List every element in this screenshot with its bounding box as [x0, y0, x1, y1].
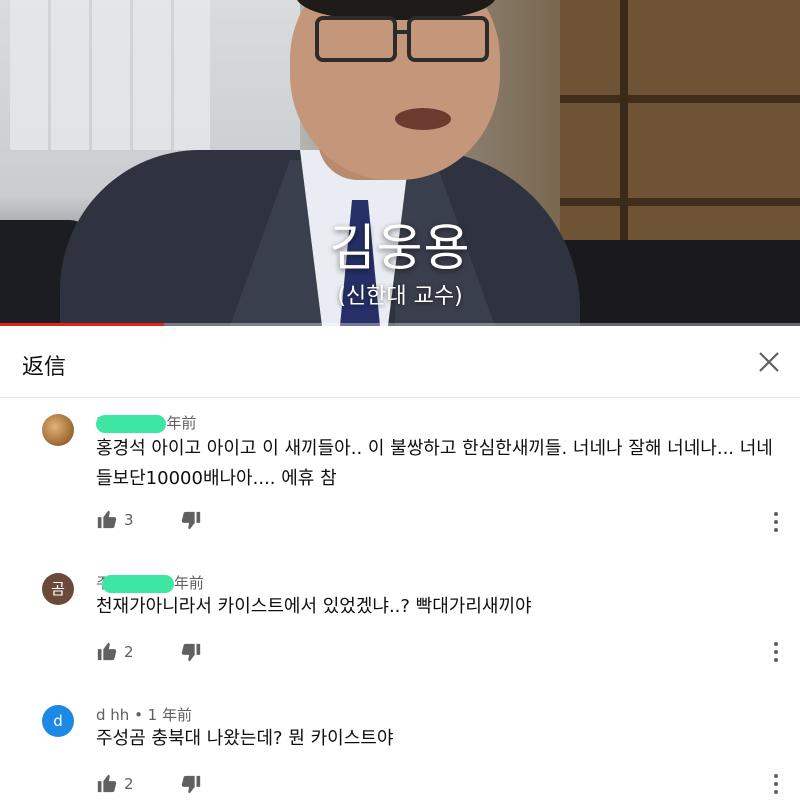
more-options-icon[interactable]: [768, 640, 784, 664]
more-dot: [774, 658, 778, 662]
dislike-icon[interactable]: [180, 510, 202, 532]
video-player[interactable]: 김웅용 (신한대 교수): [0, 0, 800, 326]
like-count: 3: [124, 511, 134, 529]
avatar[interactable]: [42, 414, 74, 446]
close-icon[interactable]: [752, 345, 786, 379]
comment-item: L年前 홍경석 아이고 아이고 이 새끼들아.. 이 불쌍하고 한심한새끼들. …: [0, 398, 800, 548]
dislike-icon[interactable]: [180, 774, 202, 796]
more-dot: [774, 512, 778, 516]
glasses-lens-right: [407, 16, 489, 62]
comment-time: 年前: [166, 414, 197, 432]
like-count: 2: [124, 775, 134, 793]
censor-mark: [96, 414, 167, 433]
censor-mark: [101, 574, 174, 593]
comment-time: 年前: [173, 574, 204, 592]
more-options-icon[interactable]: [768, 772, 784, 796]
avatar[interactable]: d: [42, 705, 74, 737]
avatar[interactable]: 곰: [42, 573, 74, 605]
comment-text: 홍경석 아이고 아이고 이 새끼들아.. 이 불쌍하고 한심한새끼들. 너네나 …: [96, 438, 773, 489]
speaker-glasses: [315, 16, 489, 62]
more-dot: [774, 790, 778, 794]
comment-meta: d hh • 1 年前: [96, 706, 192, 724]
like-icon[interactable]: [96, 772, 118, 794]
comment-item: 곰 주年前 천재가아니라서 카이스트에서 있었겠냐..? 빡대가리새끼야 2: [0, 560, 800, 685]
comment-text: 주성곰 충북대 나왔는데? 뭔 카이스트야: [96, 728, 394, 749]
speaker-mouth: [395, 108, 451, 130]
more-dot: [774, 642, 778, 646]
video-progress-fill: [0, 323, 164, 326]
more-dot: [774, 520, 778, 524]
video-caption-name: 김웅용: [329, 219, 471, 277]
replies-title: 返信: [22, 355, 67, 380]
like-icon[interactable]: [96, 640, 118, 662]
comment-meta: L年前: [96, 412, 196, 433]
like-icon[interactable]: [96, 508, 118, 530]
more-dot: [774, 650, 778, 654]
video-progress-bar[interactable]: [0, 323, 800, 326]
more-options-icon[interactable]: [768, 510, 784, 534]
like-count: 2: [124, 643, 134, 661]
glasses-lens-left: [315, 16, 397, 62]
comment-item: d d hh • 1 年前 주성곰 충북대 나왔는데? 뭔 카이스트야 2: [0, 692, 800, 800]
comment-meta: 주年前: [96, 572, 204, 593]
replies-header: 返信: [0, 327, 800, 398]
more-dot: [774, 528, 778, 532]
more-dot: [774, 782, 778, 786]
more-dot: [774, 774, 778, 778]
dislike-icon[interactable]: [180, 642, 202, 664]
comment-text: 천재가아니라서 카이스트에서 있었겠냐..? 빡대가리새끼야: [96, 596, 532, 617]
video-caption-subtitle: (신한대 교수): [337, 284, 463, 309]
video-background-window: [10, 0, 210, 150]
